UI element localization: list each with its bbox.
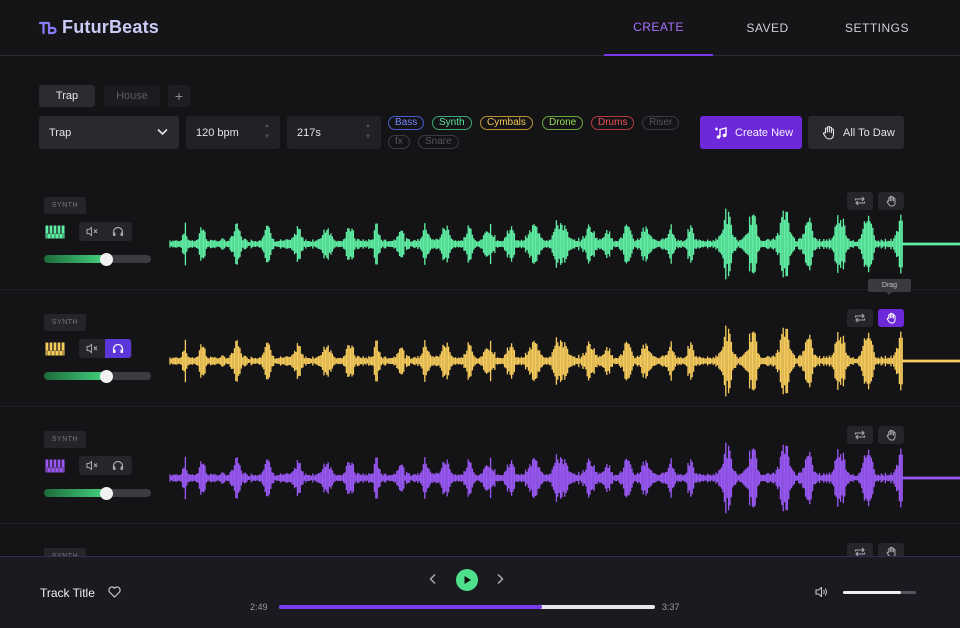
loop-icon	[854, 313, 866, 323]
waveform	[169, 208, 960, 280]
loop-button[interactable]	[847, 426, 873, 444]
waveform	[169, 325, 960, 397]
speaker-mute-icon	[86, 343, 97, 354]
volume-slider[interactable]	[843, 591, 916, 594]
waveform	[169, 442, 960, 514]
music-note-plus-icon	[715, 126, 727, 139]
heart-icon[interactable]	[108, 586, 121, 598]
track-volume-fill	[44, 489, 107, 497]
all-to-daw-label: All To Daw	[843, 126, 895, 139]
tab-house[interactable]: House	[104, 85, 160, 107]
track-title: Track Title	[40, 586, 95, 600]
solo-button[interactable]	[105, 339, 131, 358]
duration-value: 217s	[297, 126, 321, 139]
track-row: SYNTH	[0, 173, 960, 290]
mute-solo-group	[79, 456, 132, 475]
keyboard-icon	[45, 459, 65, 473]
track-type-badge: SYNTH	[44, 314, 86, 331]
solo-button[interactable]	[105, 456, 131, 475]
play-button[interactable]	[456, 569, 478, 591]
loop-button[interactable]	[847, 309, 873, 327]
stepper-arrows-icon[interactable]: ▲ ▼	[365, 121, 371, 143]
tag-fx[interactable]: fx	[388, 135, 410, 149]
genre-select[interactable]: Trap	[39, 116, 179, 149]
total-time: 3:37	[662, 602, 680, 612]
tab-trap[interactable]: Trap	[39, 85, 95, 107]
create-new-label: Create New	[735, 126, 794, 139]
next-icon[interactable]	[496, 573, 505, 585]
duration-input[interactable]: 217s ▲ ▼	[287, 116, 381, 149]
app-header: FuturBeats CREATE SAVED SETTINGS	[0, 0, 960, 56]
track-volume-knob[interactable]	[99, 369, 113, 383]
waveform-path	[169, 208, 960, 280]
tag-synth[interactable]: Synth	[432, 116, 472, 130]
elapsed-time: 2:49	[250, 602, 268, 612]
loop-icon	[854, 430, 866, 440]
drag-tooltip: Drag	[868, 279, 911, 295]
headphones-icon	[112, 226, 124, 236]
genre-select-value: Trap	[49, 126, 72, 139]
hand-icon	[886, 429, 896, 441]
nav-create[interactable]: CREATE	[604, 0, 713, 56]
tag-riser[interactable]: Riser	[642, 116, 680, 130]
nav-settings[interactable]: SETTINGS	[822, 0, 932, 56]
loop-icon	[854, 196, 866, 206]
progress-bar[interactable]	[279, 605, 655, 609]
track-volume-slider[interactable]	[44, 252, 151, 266]
track-type-badge: SYNTH	[44, 197, 86, 214]
headphones-icon	[112, 343, 124, 353]
speaker-mute-icon	[86, 226, 97, 237]
track-row: SYNTH	[0, 407, 960, 524]
speaker-mute-icon	[86, 460, 97, 471]
mute-solo-group	[79, 222, 132, 241]
headphones-icon	[112, 460, 124, 470]
logo-icon	[38, 21, 57, 34]
tag-bass[interactable]: Bass	[388, 116, 425, 130]
tag-cymbals[interactable]: Cymbals	[480, 116, 533, 130]
mute-button[interactable]	[79, 339, 105, 358]
track-volume-fill	[44, 372, 107, 380]
track-volume-slider[interactable]	[44, 369, 151, 383]
hand-icon	[823, 125, 835, 140]
bpm-input[interactable]: 120 bpm ▲ ▼	[186, 116, 280, 149]
drag-button[interactable]	[878, 192, 904, 210]
add-tab-button[interactable]: +	[168, 85, 190, 107]
solo-button[interactable]	[105, 222, 131, 241]
volume-icon[interactable]	[815, 586, 828, 598]
tag-drums[interactable]: Drums	[591, 116, 635, 130]
drag-button[interactable]	[878, 309, 904, 327]
tag-drone[interactable]: Drone	[542, 116, 584, 130]
waveform-path	[169, 325, 960, 397]
volume-fill	[843, 591, 902, 594]
app-name: FuturBeats	[62, 17, 160, 37]
stepper-arrows-icon[interactable]: ▲ ▼	[264, 121, 270, 143]
track-volume-fill	[44, 255, 107, 263]
keyboard-icon	[45, 342, 65, 356]
track-volume-knob[interactable]	[99, 252, 113, 266]
track-row: SYNTH	[0, 290, 960, 407]
mute-button[interactable]	[79, 222, 105, 241]
track-volume-slider[interactable]	[44, 486, 151, 500]
chevron-down-icon	[157, 128, 168, 136]
drag-button[interactable]	[878, 426, 904, 444]
all-to-daw-button[interactable]: All To Daw	[808, 116, 904, 149]
previous-icon[interactable]	[428, 573, 437, 585]
hand-icon	[886, 312, 896, 324]
play-icon	[464, 576, 471, 584]
progress-fill	[279, 605, 543, 609]
nav-saved[interactable]: SAVED	[714, 0, 821, 56]
track-volume-knob[interactable]	[99, 486, 113, 500]
mute-button[interactable]	[79, 456, 105, 475]
logo[interactable]: FuturBeats	[38, 17, 159, 38]
keyboard-icon	[45, 225, 65, 239]
player-bar: Track Title 2:49 3:37	[0, 556, 960, 628]
mute-solo-group	[79, 339, 132, 358]
waveform-path	[169, 442, 960, 514]
loop-button[interactable]	[847, 192, 873, 210]
create-new-button[interactable]: Create New	[700, 116, 802, 149]
track-type-badge: SYNTH	[44, 431, 86, 448]
hand-icon	[886, 195, 896, 207]
bpm-value: 120 bpm	[196, 126, 239, 139]
tag-snare[interactable]: Snare	[418, 135, 459, 149]
